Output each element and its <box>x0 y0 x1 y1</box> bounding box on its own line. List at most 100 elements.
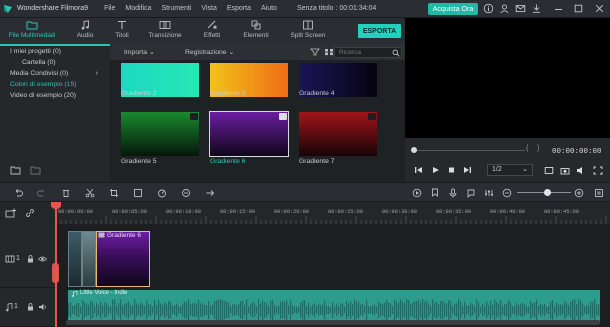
tab-label: Elementi <box>243 32 269 39</box>
waveform-bar <box>424 301 426 319</box>
waveform-bar <box>544 303 546 317</box>
zoom-crop-icon[interactable] <box>133 188 143 198</box>
video-clip[interactable] <box>68 231 82 287</box>
add-track-icon[interactable] <box>5 208 17 218</box>
camera-icon[interactable] <box>560 166 570 175</box>
zoom-out-icon[interactable] <box>502 188 512 198</box>
waveform-bar <box>482 303 484 317</box>
buy-now-button[interactable]: Acquista Ora <box>428 3 478 15</box>
undo-icon[interactable] <box>13 188 23 198</box>
record-dropdown[interactable]: Registrazione ⌄ <box>185 48 234 56</box>
library-item-my-projects[interactable]: I miei progetti (0) <box>10 48 61 55</box>
tab-transizione[interactable]: Transizione <box>144 20 186 44</box>
info-icon[interactable] <box>483 3 494 14</box>
media-thumb[interactable] <box>299 112 377 156</box>
menu-vista[interactable]: Vista <box>201 5 216 12</box>
media-thumb-selected[interactable] <box>209 111 289 157</box>
color-icon[interactable] <box>181 188 191 198</box>
folder-icon <box>26 21 38 30</box>
waveform-bar <box>234 304 236 316</box>
waveform-bar <box>204 304 206 316</box>
filter-icon[interactable] <box>310 48 320 56</box>
import-dropdown[interactable]: Importa ⌄ <box>124 48 155 56</box>
library-item-sample-colors[interactable]: Colori di esempio (15) <box>10 81 77 88</box>
new-folder-icon[interactable] <box>10 166 21 175</box>
volume-icon[interactable] <box>544 166 554 175</box>
waveform-bar <box>188 299 190 321</box>
green-screen-icon[interactable] <box>205 188 215 198</box>
play-icon[interactable] <box>431 166 440 174</box>
chevron-right-icon[interactable]: › <box>96 70 98 77</box>
waveform-bar <box>250 304 252 316</box>
library-item-shared-media[interactable]: Media Condivisi (0) <box>10 70 68 77</box>
redo-icon[interactable] <box>37 188 47 198</box>
close-icon[interactable] <box>594 3 605 14</box>
waveform-bar <box>158 299 160 321</box>
grid-view-icon[interactable] <box>324 48 334 56</box>
tab-elementi[interactable]: Elementi <box>238 20 274 44</box>
lock-icon[interactable] <box>27 303 34 311</box>
waveform-bar <box>112 299 114 321</box>
waveform-bar <box>406 299 408 321</box>
tab-titoli[interactable]: Titoli <box>109 20 135 44</box>
lock-icon[interactable] <box>27 255 34 263</box>
maximize-icon[interactable] <box>573 3 584 14</box>
bracket-out-icon[interactable]: } <box>537 145 539 152</box>
library-item-folder[interactable]: Cartella (0) <box>22 59 56 66</box>
voiceover-icon[interactable] <box>466 188 476 198</box>
timeline-scrollbar[interactable] <box>66 320 600 325</box>
fullscreen-icon[interactable] <box>593 166 603 175</box>
media-thumb[interactable] <box>121 112 199 156</box>
tab-file-multimediali[interactable]: File Multimediali <box>4 20 60 44</box>
crop-icon[interactable] <box>109 188 119 198</box>
menu-modifica[interactable]: Modifica <box>125 5 151 12</box>
next-frame-icon[interactable] <box>463 166 472 174</box>
link-icon[interactable] <box>25 208 35 218</box>
speaker-icon[interactable] <box>576 166 586 175</box>
zoom-in-icon[interactable] <box>574 188 584 198</box>
search-icon[interactable] <box>392 49 400 57</box>
tab-split-screen[interactable]: Split Screen <box>284 20 332 44</box>
mic-icon[interactable] <box>448 188 458 198</box>
export-button[interactable]: ESPORTA <box>358 24 401 38</box>
marker-icon[interactable] <box>430 188 440 198</box>
bracket-in-icon[interactable]: { <box>526 145 528 152</box>
speaker-icon[interactable] <box>38 303 47 311</box>
audio-mixer-icon[interactable] <box>484 188 494 198</box>
waveform-bar <box>404 303 406 317</box>
zoom-slider-handle[interactable] <box>544 189 551 196</box>
user-icon[interactable] <box>499 3 510 14</box>
library-item-sample-videos[interactable]: Video di esempio (20) <box>10 92 76 99</box>
waveform-bar <box>464 301 466 319</box>
waveform-bar <box>468 305 470 315</box>
delete-icon[interactable] <box>61 188 71 198</box>
waveform-bar <box>80 306 82 314</box>
preview-scrubber-handle[interactable] <box>411 147 417 153</box>
waveform-bar <box>226 301 228 319</box>
gradient-clip[interactable] <box>96 231 150 287</box>
waveform-bar <box>448 299 450 321</box>
speed-icon[interactable] <box>157 188 167 198</box>
stop-icon[interactable] <box>447 166 456 174</box>
menu-aiuto[interactable]: Aiuto <box>261 5 277 12</box>
playhead[interactable] <box>55 202 57 327</box>
tab-effetti[interactable]: Effetti <box>196 20 228 44</box>
render-icon[interactable] <box>412 188 422 198</box>
prev-frame-icon[interactable] <box>414 166 423 174</box>
preview-scrubber[interactable] <box>413 150 525 151</box>
pause-icon[interactable] <box>594 188 604 198</box>
menu-strumenti[interactable]: Strumenti <box>161 5 191 12</box>
video-clip[interactable] <box>82 231 96 287</box>
cut-icon[interactable] <box>85 188 95 198</box>
minimize-icon[interactable] <box>553 3 564 14</box>
audio-clip[interactable] <box>68 290 600 323</box>
menu-file[interactable]: File <box>104 5 115 12</box>
eye-icon[interactable] <box>38 255 47 263</box>
tab-audio[interactable]: Audio <box>72 20 98 44</box>
mail-icon[interactable] <box>515 3 526 14</box>
menu-esporta[interactable]: Esporta <box>227 5 251 12</box>
waveform-bar <box>524 304 526 316</box>
folder-icon[interactable] <box>30 166 41 175</box>
download-icon[interactable] <box>531 3 542 14</box>
playback-ratio-select[interactable]: 1/2 ⌄ <box>487 164 533 176</box>
